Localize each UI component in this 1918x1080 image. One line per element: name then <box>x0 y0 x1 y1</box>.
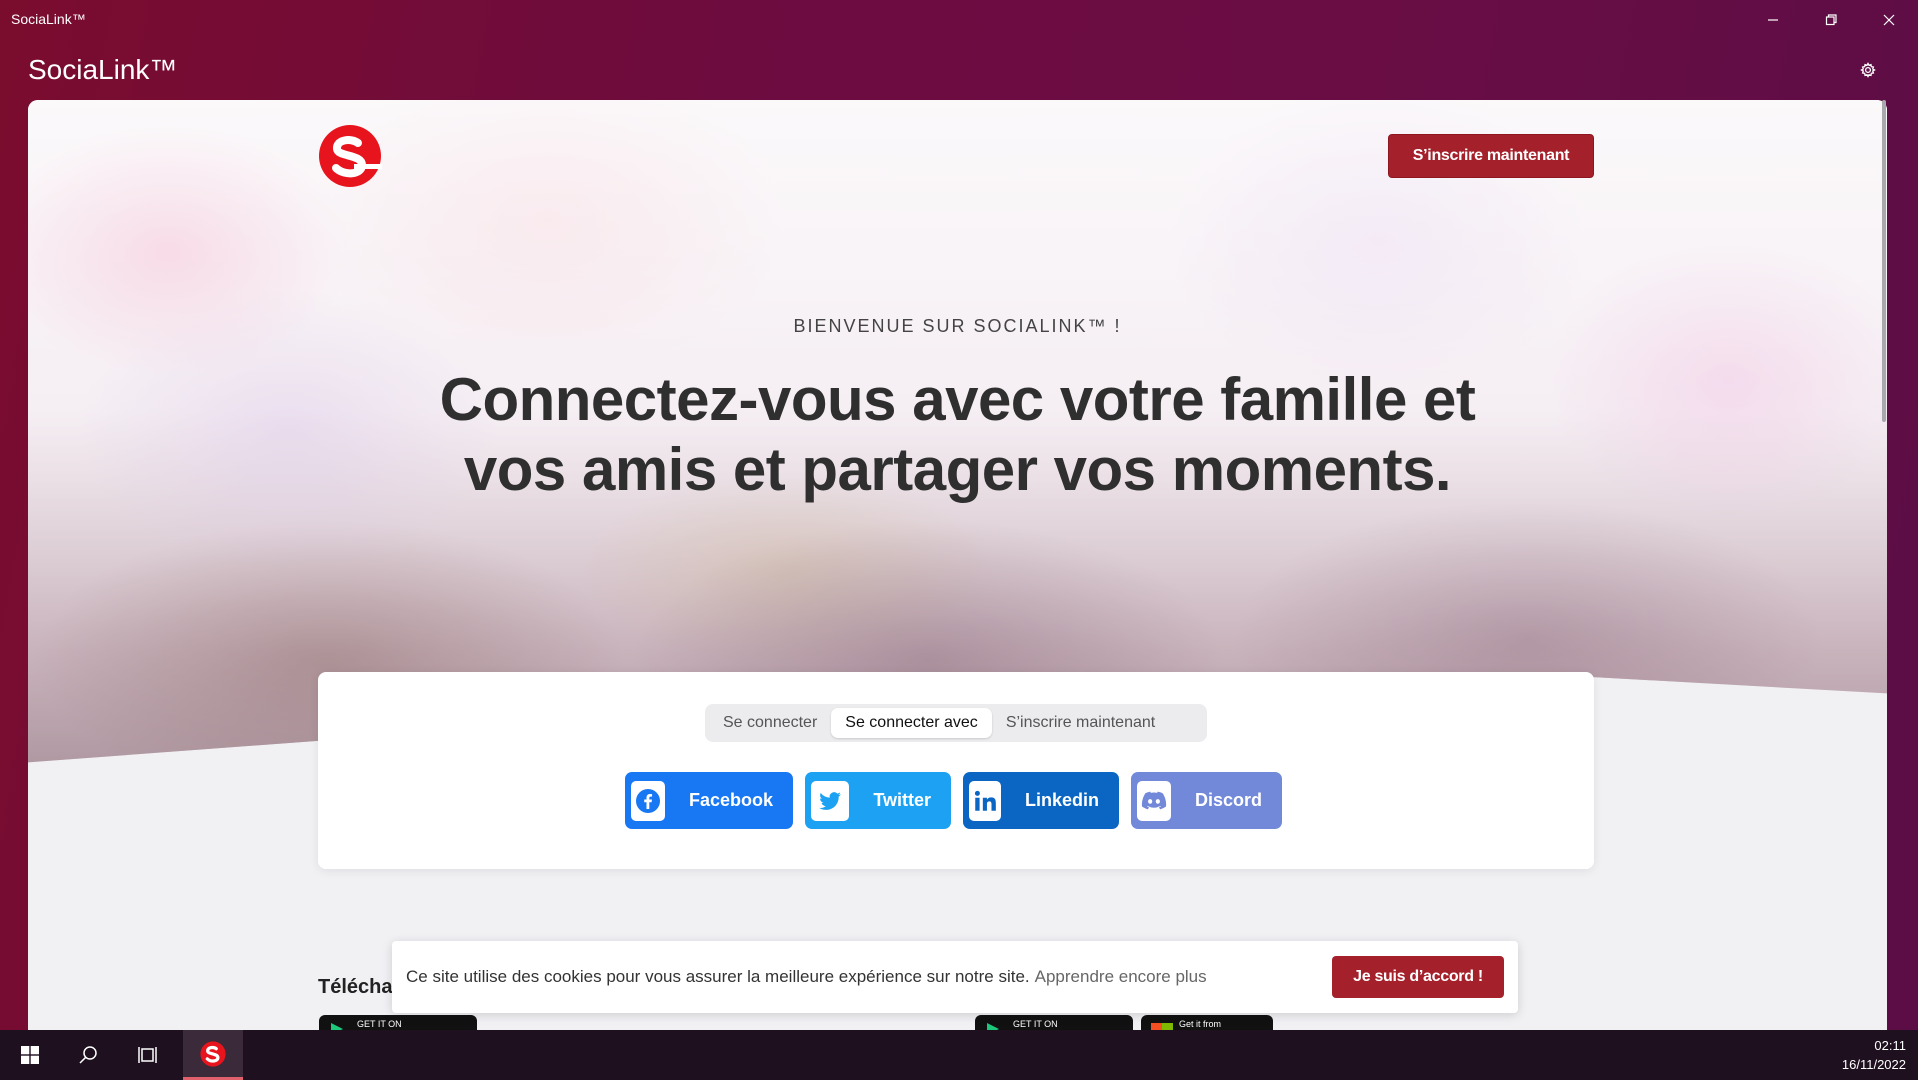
discord-icon <box>1137 780 1171 821</box>
taskbar-search-button[interactable] <box>58 1030 118 1080</box>
hero-headline: Connectez-vous avec votre famille et vos… <box>439 366 1476 503</box>
linkedin-label: Linkedin <box>1024 790 1099 810</box>
tab-login[interactable]: Se connecter <box>709 708 831 738</box>
store-badge-label: GET IT ON <box>357 1019 402 1029</box>
windows-taskbar: 02:11 16/11/2022 <box>0 1030 1918 1080</box>
start-button[interactable] <box>0 1030 60 1080</box>
taskbar-socialink-app[interactable] <box>183 1030 243 1080</box>
search-icon <box>79 1046 97 1064</box>
task-view-button[interactable] <box>118 1030 178 1080</box>
socialink-app-icon <box>200 1040 226 1067</box>
auth-tabs: Se connecter Se connecter avec S’inscrir… <box>705 704 1207 742</box>
hero-text: BIENVENUE SUR SOCIALINK™ ! Connectez-vou… <box>28 316 1887 505</box>
cookie-accept-button[interactable]: Je suis d’accord ! <box>1332 956 1504 998</box>
signup-header-button[interactable]: S’inscrire maintenant <box>1388 134 1594 178</box>
restore-icon <box>1825 14 1837 26</box>
google-play-icon <box>331 1023 343 1030</box>
discord-label: Discord <box>1194 790 1262 810</box>
google-play-icon <box>987 1023 999 1030</box>
tab-login-with[interactable]: Se connecter avec <box>831 708 992 738</box>
cookie-learn-more-link[interactable]: Apprendre encore plus <box>1035 967 1207 987</box>
window-controls <box>1744 0 1918 40</box>
clock-time: 02:11 <box>1874 1038 1906 1053</box>
facebook-login-button[interactable]: Facebook <box>625 772 793 829</box>
gear-icon <box>1860 62 1876 78</box>
store-badge-label: Get it from <box>1179 1019 1222 1029</box>
tab-signup[interactable]: S’inscrire maintenant <box>992 708 1169 738</box>
download-heading: Télécha <box>318 976 393 998</box>
window-title: SociaLink™ <box>11 11 86 27</box>
window-titlebar: SociaLink™ <box>0 0 1918 40</box>
close-button[interactable] <box>1860 0 1918 40</box>
taskbar-clock[interactable]: 02:11 16/11/2022 <box>1842 1036 1906 1074</box>
twitter-label: Twitter <box>873 790 931 810</box>
google-play-badge[interactable]: GET IT ON <box>975 1015 1133 1030</box>
discord-login-button[interactable]: Discord <box>1131 772 1282 829</box>
linkedin-icon <box>969 780 1001 821</box>
clock-date: 16/11/2022 <box>1841 1057 1906 1072</box>
task-view-icon <box>138 1047 157 1063</box>
store-badge-label: GET IT ON <box>1013 1019 1058 1029</box>
microsoft-store-badge[interactable]: Get it from <box>1141 1015 1273 1030</box>
web-content: S’inscrire maintenant BIENVENUE SUR SOCI… <box>28 100 1887 1030</box>
twitter-icon <box>811 780 850 821</box>
welcome-kicker: BIENVENUE SUR SOCIALINK™ ! <box>793 316 1122 336</box>
app-header: SociaLink™ <box>0 48 1918 98</box>
auth-card: Se connecter Se connecter avec S’inscrir… <box>318 672 1594 869</box>
restore-button[interactable] <box>1802 0 1860 40</box>
facebook-icon <box>631 780 665 821</box>
minimize-button[interactable] <box>1744 0 1802 40</box>
cookie-text: Ce site utilise des cookies pour vous as… <box>406 967 1030 986</box>
settings-button[interactable] <box>1858 60 1878 80</box>
cookie-banner: Ce site utilise des cookies pour vous as… <box>392 941 1518 1013</box>
app-title: SociaLink™ <box>28 54 178 85</box>
linkedin-login-button[interactable]: Linkedin <box>963 772 1119 829</box>
social-login-buttons: Facebook Twitter Linkedin Discord <box>625 772 1282 829</box>
minimize-icon <box>1768 19 1778 21</box>
twitter-login-button[interactable]: Twitter <box>805 772 951 829</box>
google-play-badge[interactable]: GET IT ON <box>319 1015 477 1030</box>
microsoft-store-icon <box>1151 1023 1173 1030</box>
socialink-logo[interactable] <box>318 124 382 188</box>
facebook-label: Facebook <box>688 790 773 810</box>
windows-start-icon <box>21 1046 39 1064</box>
close-icon <box>1883 14 1895 26</box>
